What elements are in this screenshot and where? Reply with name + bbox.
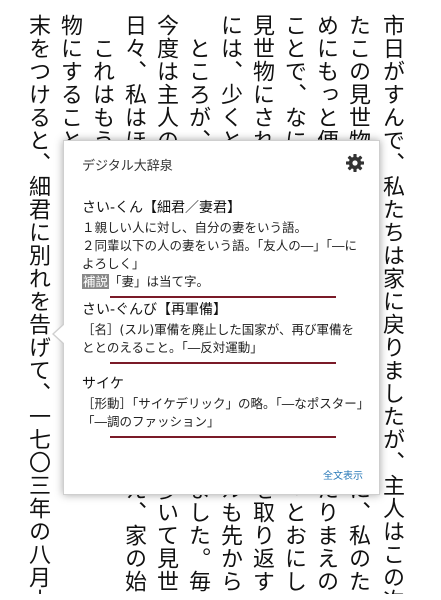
entry-headword: さい-くん【細君／妻君】 (82, 200, 242, 216)
text-column-9-bottom: え、家の始 (121, 478, 146, 593)
text-column-8-top: 今度は主人の家 (153, 14, 178, 142)
full-text-link[interactable]: 全文表示 (323, 467, 363, 482)
entry-definition-line: １親しい人に対し、自分の妻をいう語。 (82, 220, 308, 235)
text-column-12: 末をつけると、細君に別れを告げて、一七〇三年の八月十七日（これは私が (25, 14, 50, 594)
entry-definition-line: ［形動］「サイケデリック」の略。「―なポスター」「―調のファッション」 (82, 396, 364, 429)
text-column-1: 市日がすんで、私たちは家に戻りましたが、主人はこの次の市日にも、ま (379, 14, 404, 594)
entry-definition-line: ２同輩以下の人の妻をいう語。「友人の―」「―によろしく」 (82, 238, 358, 271)
text-column-3-top: めにもっと便利 (313, 14, 338, 142)
text-column-6-top: には、少くとも (217, 14, 242, 142)
text-column-10-top: これはもうか (89, 14, 114, 142)
text-column-3-bottom: たりまえの (313, 478, 338, 593)
popup-pointer-fill (54, 324, 65, 344)
entry-headword: サイケ (82, 376, 124, 392)
text-column-5-top: 見世物にされた (249, 14, 274, 142)
dictionary-popup: デジタル大辞泉 さい-くん【細君／妻君】 １親しい人に対し、自分の妻をいう語。 … (52, 140, 380, 495)
entry-headword: さい-ぐんび【再軍備】 (82, 302, 228, 318)
text-column-2-bottom: に、私のた (345, 478, 370, 593)
dictionary-entry-saigunbi[interactable]: さい-ぐんび【再軍備】 ［名］(スル)軍備を廃止した国家が、再び軍備をととのえる… (82, 299, 364, 364)
note-tag: 補説 (82, 274, 110, 289)
dictionary-entry-saikun[interactable]: さい-くん【細君／妻君】 １親しい人に対し、自分の妻をいう語。 ２同輩以下の人の… (82, 197, 364, 298)
text-column-11-top: 物にすることを (57, 14, 82, 142)
dictionary-entry-saike[interactable]: サイケ ［形動］「サイケデリック」の略。「―なポスター」「―調のファッション」 (82, 373, 364, 438)
text-column-7-bottom: ました。毎 (185, 478, 210, 593)
gear-icon[interactable] (345, 153, 365, 173)
text-column-10-bottom (86, 478, 116, 594)
dictionary-title: デジタル大辞泉 (82, 159, 173, 174)
ebook-page: 市日がすんで、私たちは家に戻りましたが、主人はこの次の市日にも、ま たこの見世物… (0, 0, 441, 600)
entry-definition-line: ［名］(スル)軍備を廃止した国家が、再び軍備をととのえること。「―反対運動」 (82, 322, 355, 355)
text-column-5-bottom: を取り返す (249, 478, 274, 593)
text-column-11-bottom (54, 478, 84, 594)
entry-divider (110, 436, 336, 438)
text-column-4-bottom: っとおにし (281, 478, 306, 593)
text-column-6-bottom: ルも先から、 (217, 478, 242, 594)
text-column-8-bottom: 歩いて見世 (153, 478, 178, 593)
text-column-9-top: 日々、私はほ (121, 14, 146, 142)
text-column-2-top: たこの見世物 (345, 14, 370, 142)
note-text: 「妻」は当て字。 (109, 274, 210, 289)
entry-note: 補説「妻」は当て字。 (82, 273, 364, 291)
text-column-7-top: ところが、私 (185, 14, 210, 142)
entry-divider (110, 362, 336, 364)
text-column-4-top: ことで、なにぶ (281, 14, 306, 142)
entry-divider (110, 296, 336, 298)
